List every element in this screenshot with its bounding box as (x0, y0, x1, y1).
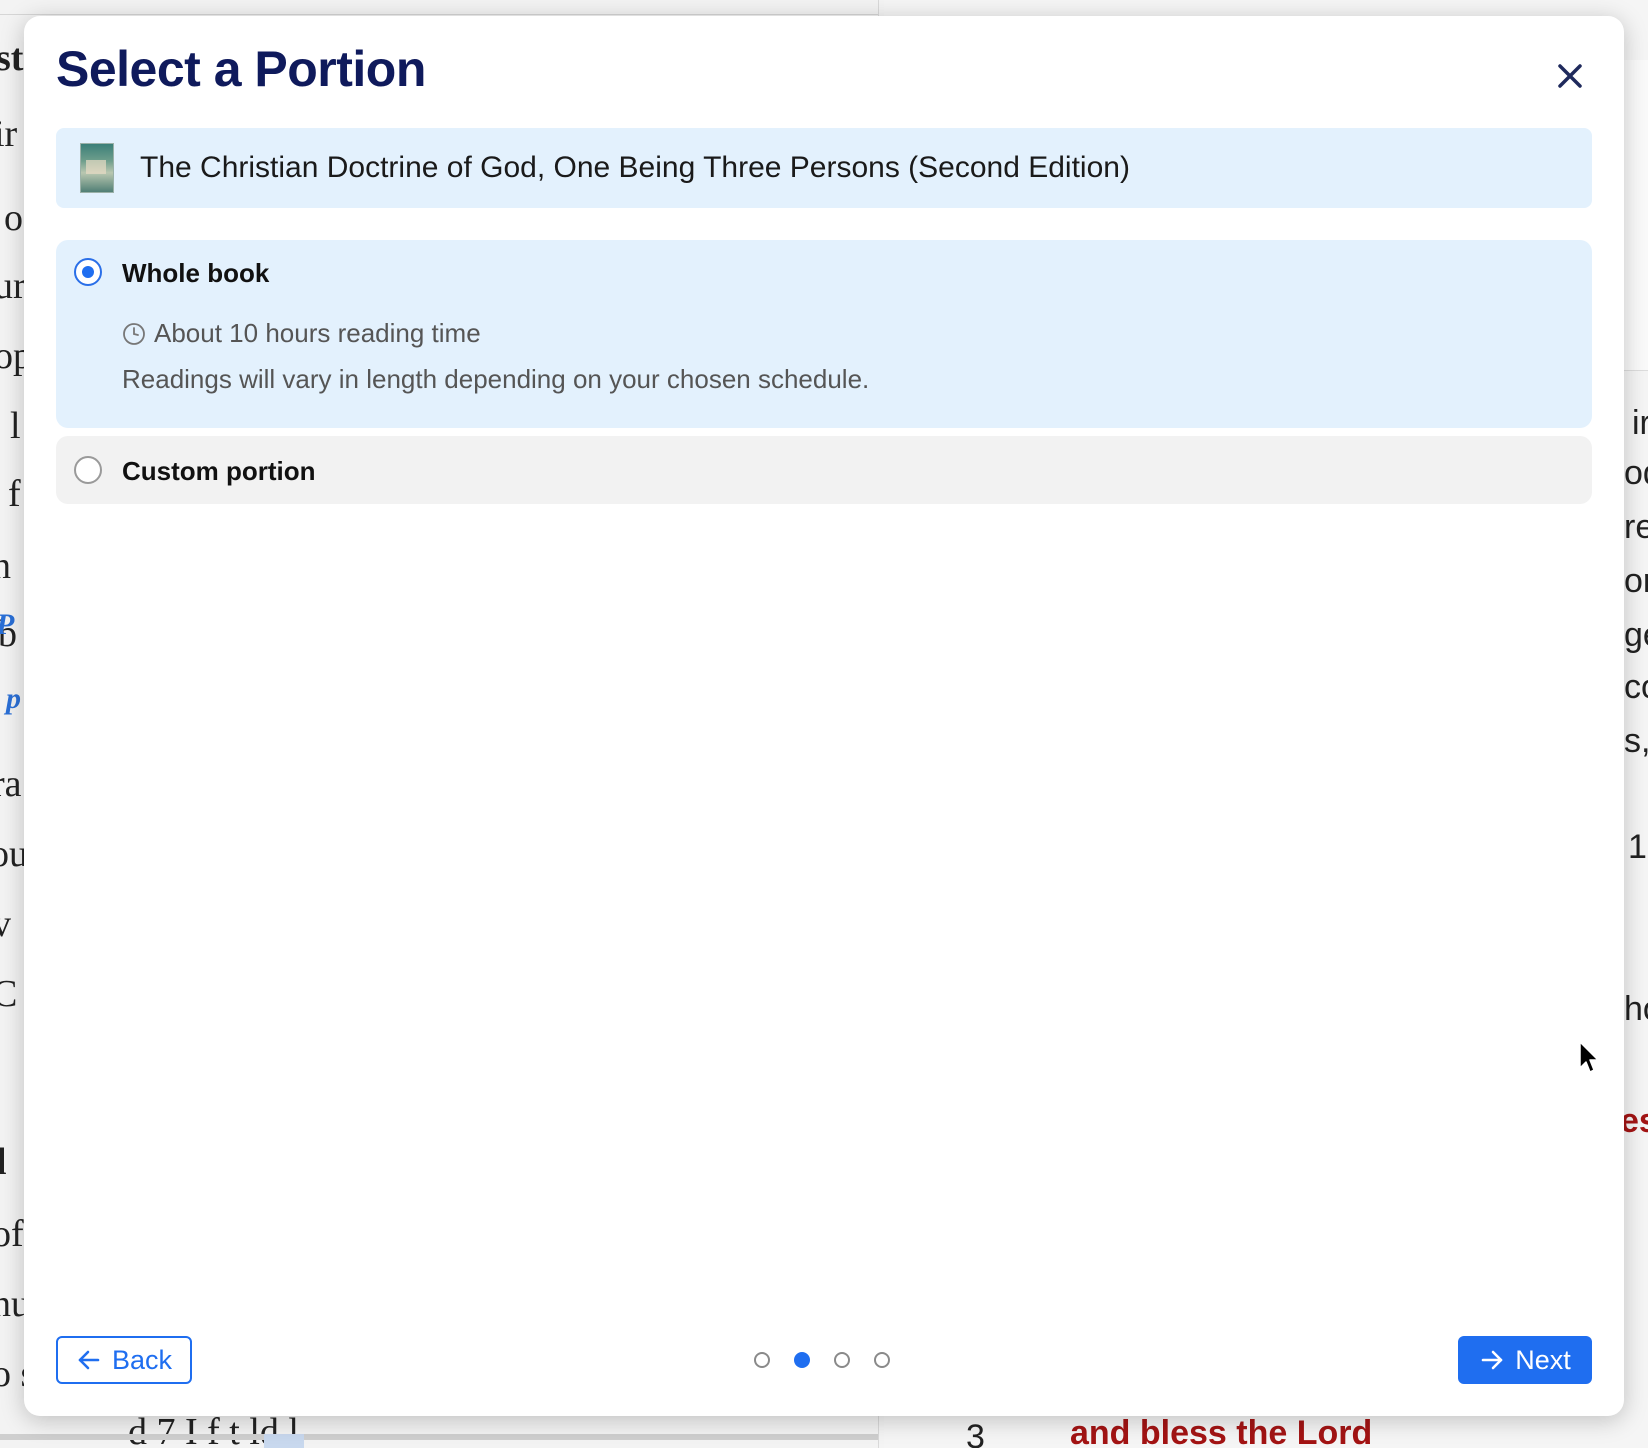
step-dot-3[interactable] (834, 1352, 850, 1368)
close-icon (1558, 64, 1582, 88)
back-button-label: Back (111, 1344, 173, 1375)
background-text: st (0, 37, 24, 79)
background-text: f (8, 473, 21, 515)
option-custom-portion[interactable]: Custom portion (56, 436, 1592, 504)
mouse-pointer-icon (1579, 1041, 1599, 1073)
book-title: The Christian Doctrine of God, One Being… (140, 151, 1130, 184)
background-text: od (1624, 454, 1648, 492)
scrollbar-thumb[interactable] (264, 1434, 304, 1448)
background-text: o (4, 197, 23, 239)
background-text: re (1624, 508, 1648, 546)
background-text: ir (0, 113, 18, 155)
background-text: l (10, 405, 21, 447)
background-text: 1: (1628, 828, 1648, 866)
background-verse-number: 3 (966, 1418, 985, 1448)
background-text: ge (1624, 616, 1648, 654)
background-text: C (0, 972, 17, 1016)
background-text: ho (1624, 990, 1648, 1028)
step-dot-2[interactable] (794, 1352, 810, 1368)
step-dot-4[interactable] (874, 1352, 890, 1368)
clock-icon (123, 322, 145, 345)
book-cover-thumbnail (80, 143, 114, 193)
background-scripture-text: and bless the Lord (1070, 1414, 1373, 1448)
background-marker: P (0, 608, 14, 642)
background-text: s, (1624, 722, 1648, 760)
next-button[interactable]: Next (1458, 1336, 1592, 1384)
background-text: p (6, 682, 21, 715)
background-text: l (0, 1140, 7, 1184)
background-panel-edge (1620, 60, 1648, 371)
step-indicator (754, 1352, 890, 1368)
step-dot-1[interactable] (754, 1352, 770, 1368)
reading-note: Readings will vary in length depending o… (122, 364, 870, 394)
back-button[interactable]: Back (56, 1336, 192, 1384)
selected-book-bar: The Christian Doctrine of God, One Being… (56, 128, 1592, 208)
option-label: Whole book (122, 258, 270, 288)
divider (0, 14, 878, 15)
background-text: v (0, 902, 11, 946)
arrow-right-icon (1481, 1350, 1503, 1370)
close-button[interactable] (1548, 54, 1592, 98)
horizontal-scrollbar[interactable] (0, 1434, 878, 1440)
background-text: ra (0, 763, 22, 805)
option-whole-book[interactable]: Whole book About 10 hours reading time R… (56, 240, 1592, 428)
arrow-left-icon (78, 1350, 100, 1370)
option-label: Custom portion (122, 456, 316, 486)
select-portion-dialog: Select a Portion The Christian Doctrine … (24, 16, 1624, 1416)
radio-custom-portion[interactable] (74, 456, 102, 484)
background-text: ur (0, 265, 26, 307)
background-text: n (0, 544, 11, 588)
background-text: or (1624, 562, 1648, 600)
background-text: es (1620, 1102, 1648, 1140)
next-button-label: Next (1515, 1344, 1571, 1375)
background-text: ir (1632, 404, 1648, 442)
reading-time-row: About 10 hours reading time (122, 318, 481, 349)
radio-whole-book[interactable] (74, 258, 102, 286)
background-text: co (1624, 668, 1648, 706)
dialog-title: Select a Portion (56, 41, 426, 97)
background-text: of (0, 1213, 24, 1255)
reading-time-text: About 10 hours reading time (154, 318, 481, 348)
